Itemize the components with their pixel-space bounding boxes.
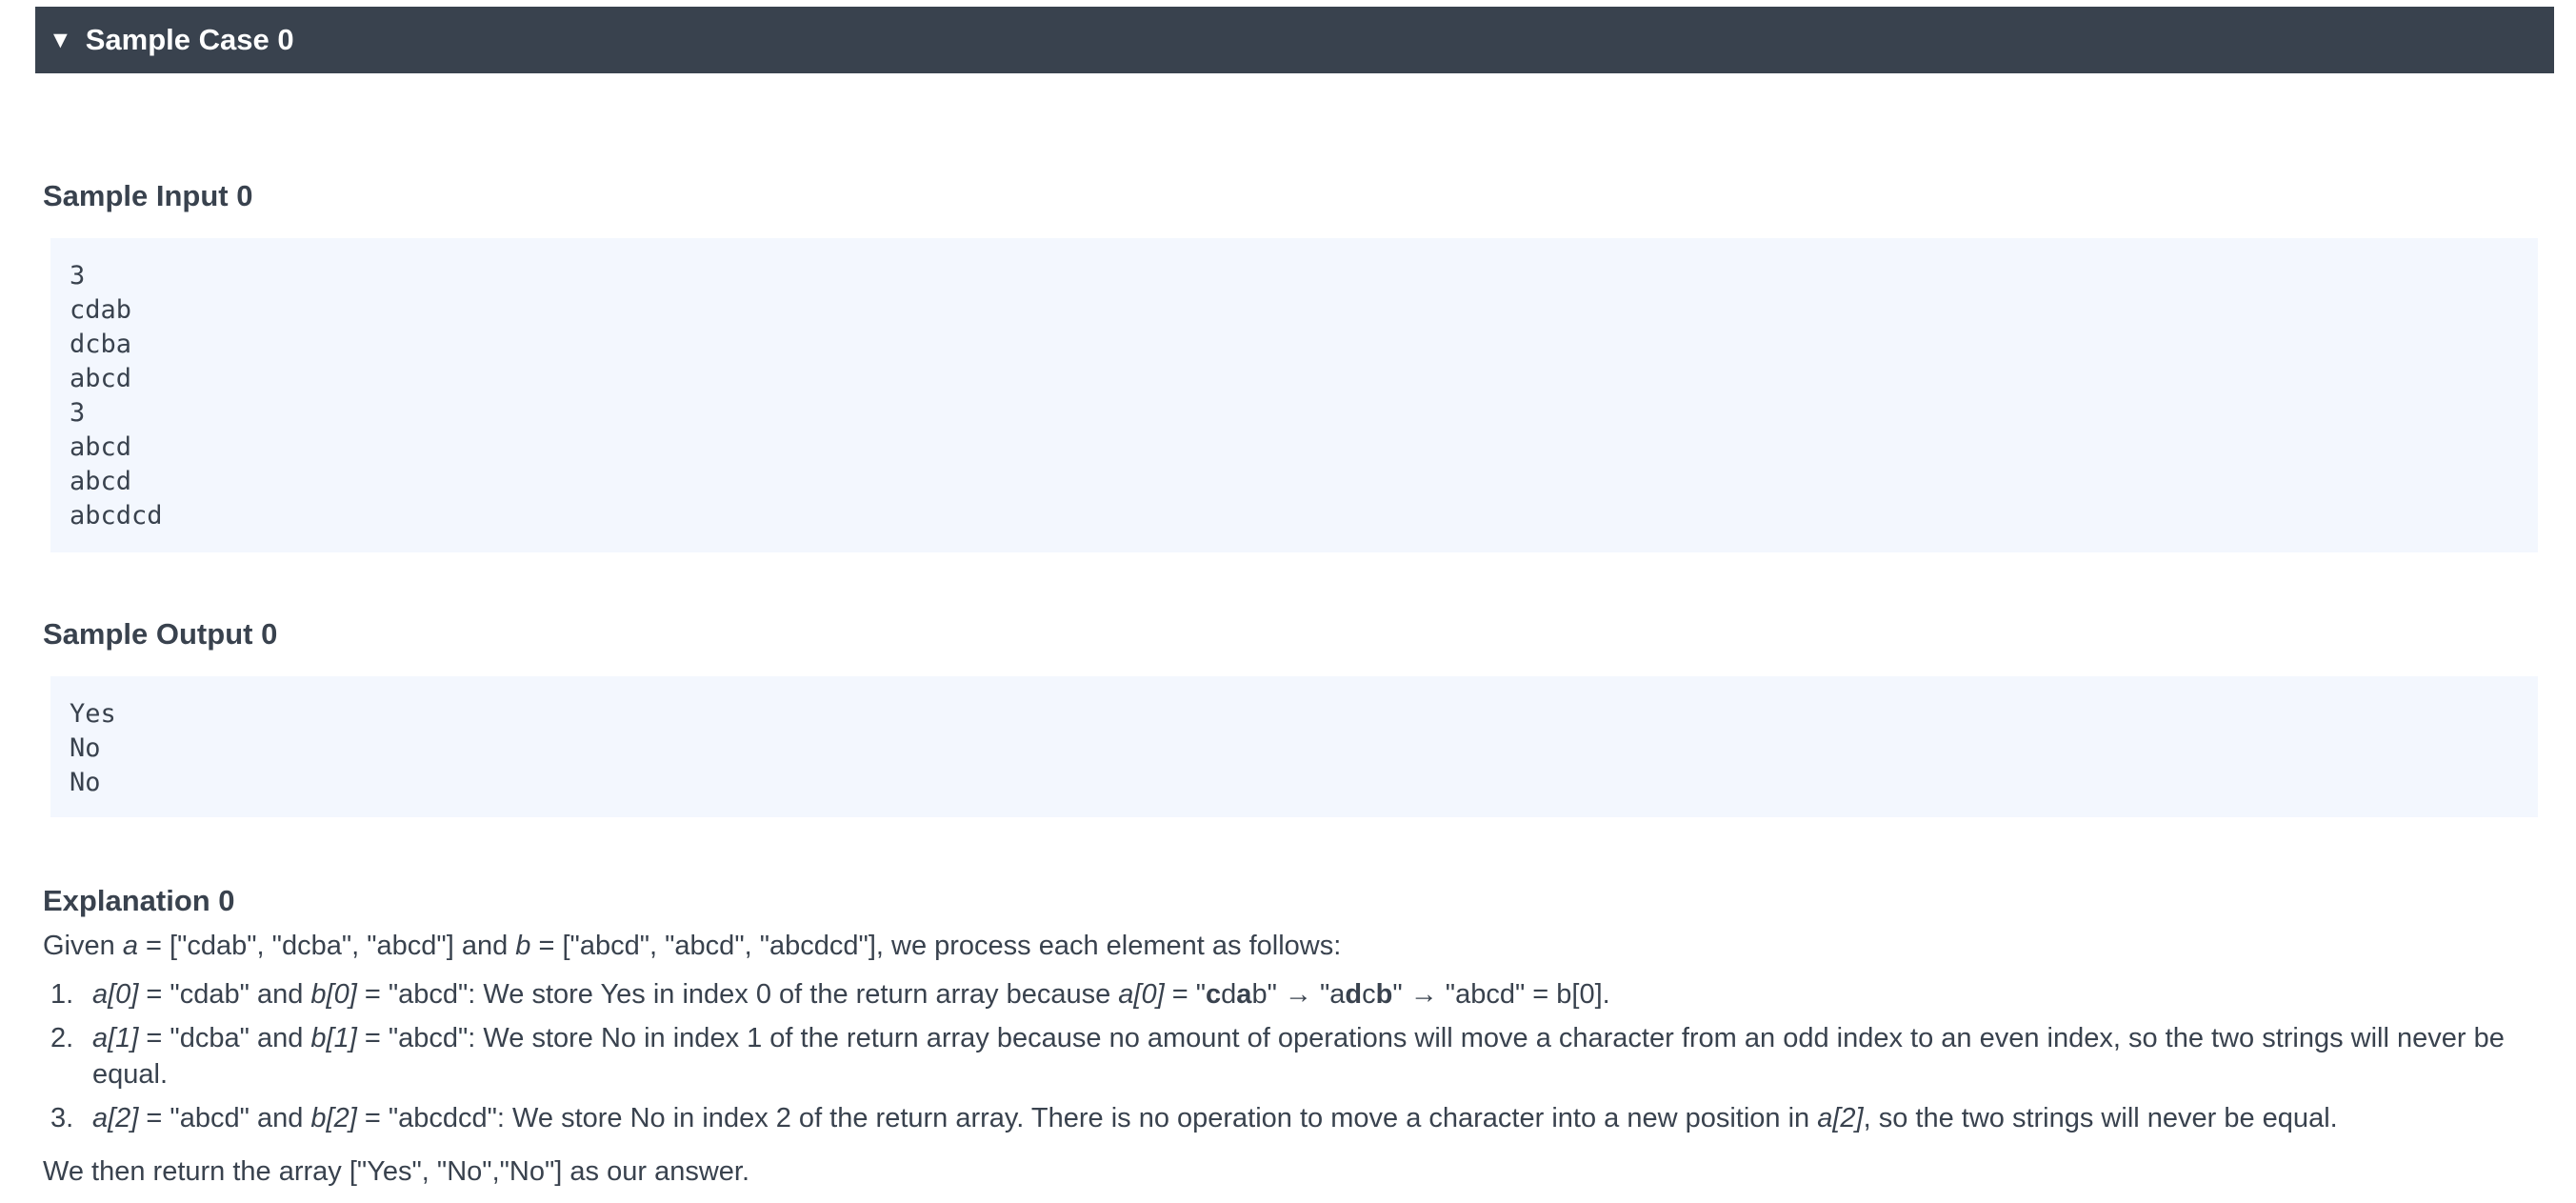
code-line: No: [70, 733, 101, 763]
code-line: dcba: [70, 330, 132, 359]
code-line: abcd: [70, 364, 132, 393]
code-line: cdab: [70, 295, 132, 325]
explanation-conclusion: We then return the array ["Yes", "No","N…: [43, 1156, 750, 1187]
sample-case-title: Sample Case 0: [85, 23, 294, 56]
explanation-list: 1. a[0] = "cdab" and b[0] = "abcd": We st…: [43, 976, 2557, 1144]
explanation-intro: Given a = ["cdab", "dcba", "abcd"] and b…: [43, 931, 1342, 961]
explanation-title: Explanation 0: [43, 884, 235, 917]
code-line: 3: [70, 261, 86, 291]
list-item: 3. a[2] = "abcd" and b[2] = "abcdcd": We …: [50, 1103, 2338, 1133]
sample-output-title: Sample Output 0: [43, 617, 278, 651]
list-item: 2. a[1] = "dcba" and b[1] = "abcd": We st…: [50, 1023, 2505, 1090]
code-line: abcd: [70, 432, 132, 462]
sample-output-block: Yes No No: [50, 676, 2538, 817]
list-item: 1. a[0] = "cdab" and b[0] = "abcd": We st…: [50, 979, 1610, 1010]
code-line: Yes: [70, 699, 116, 729]
code-line: No: [70, 768, 101, 797]
code-line: 3: [70, 398, 86, 428]
code-line: abcdcd: [70, 501, 163, 531]
code-line: abcd: [70, 467, 132, 496]
triangle-down-icon: ▼: [49, 26, 72, 53]
sample-input-title: Sample Input 0: [43, 179, 253, 212]
sample-input-block: 3 cdab dcba abcd 3 abcd abcd abcdcd: [50, 238, 2538, 552]
sample-case-toggle[interactable]: ▼ Sample Case 0: [35, 7, 2554, 73]
